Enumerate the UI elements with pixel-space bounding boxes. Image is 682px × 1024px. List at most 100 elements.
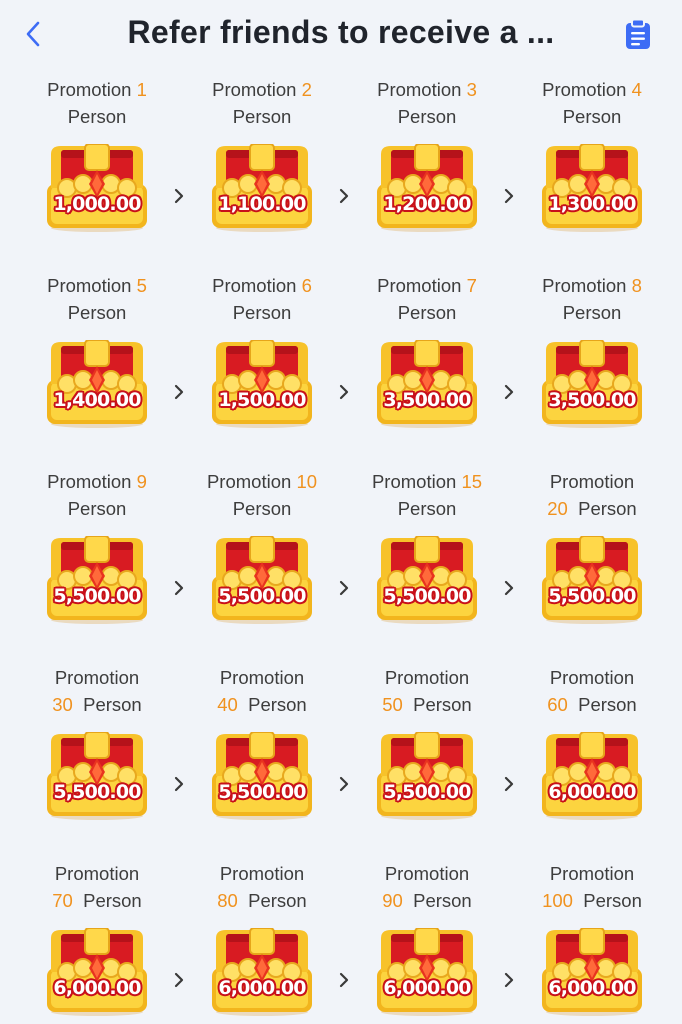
reward-amount: 5,500.00 [218, 585, 306, 607]
reward-tier-card[interactable]: Promotion 100 Person 6,000.00 [512, 852, 672, 1024]
treasure-chest-icon [542, 732, 642, 820]
tier-label: Promotion 4 Person [512, 76, 672, 130]
treasure-chest[interactable]: 3,500.00 [540, 340, 644, 428]
treasure-chest-icon [377, 340, 477, 428]
treasure-chest[interactable]: 6,000.00 [540, 928, 644, 1016]
reward-tier-card[interactable]: Promotion 80 Person 6,000.00 [182, 852, 342, 1024]
person-count: 40 [217, 694, 238, 715]
reward-amount: 1,500.00 [218, 389, 306, 411]
tier-label: Promotion 30 Person [17, 664, 177, 718]
tier-label: Promotion 9 Person [17, 468, 177, 522]
treasure-chest-icon [377, 928, 477, 1016]
treasure-chest[interactable]: 6,000.00 [210, 928, 314, 1016]
reward-tier-card[interactable]: Promotion 5 Person 1,400.00 [17, 264, 177, 460]
treasure-chest[interactable]: 1,200.00 [375, 144, 479, 232]
reward-amount: 3,500.00 [383, 389, 471, 411]
treasure-chest-icon [377, 144, 477, 232]
treasure-chest[interactable]: 6,000.00 [540, 732, 644, 820]
promotion-word: Promotion [542, 275, 627, 296]
treasure-chest[interactable]: 1,500.00 [210, 340, 314, 428]
reward-tier-card[interactable]: Promotion 90 Person 6,000.00 [347, 852, 507, 1024]
promotion-word: Promotion [206, 471, 292, 492]
treasure-chest[interactable]: 3,500.00 [375, 340, 479, 428]
reward-tier-card[interactable]: Promotion 6 Person 1,500.00 [182, 264, 342, 460]
unit-label: Person [67, 302, 127, 323]
treasure-chest-icon [212, 340, 312, 428]
treasure-chest-icon [47, 732, 147, 820]
reward-tier-card[interactable]: Promotion 15 Person 5,500.00 [347, 460, 507, 656]
treasure-chest[interactable]: 1,400.00 [45, 340, 149, 428]
promotion-word: Promotion [212, 79, 297, 100]
reward-tier-card[interactable]: Promotion 2 Person 1,100.00 [182, 68, 342, 264]
treasure-chest-icon [47, 536, 147, 624]
treasure-chest[interactable]: 6,000.00 [375, 928, 479, 1016]
person-count: 90 [382, 890, 403, 911]
treasure-chest-icon [47, 340, 147, 428]
person-count: 1 [136, 79, 147, 100]
promotion-word: Promotion [47, 79, 132, 100]
treasure-chest[interactable]: 5,500.00 [540, 536, 644, 624]
tier-label: Promotion 7 Person [347, 272, 507, 326]
promotion-word: Promotion [219, 863, 305, 884]
reward-tier-card[interactable]: Promotion 70 Person 6,000.00 [17, 852, 177, 1024]
reward-tier-card[interactable]: Promotion 7 Person 3,500.00 [347, 264, 507, 460]
treasure-chest-icon [212, 732, 312, 820]
tier-label: Promotion 10 Person [182, 468, 342, 522]
reward-tier-card[interactable]: Promotion 9 Person 5,500.00 [17, 460, 177, 656]
person-count: 70 [52, 890, 73, 911]
treasure-chest[interactable]: 5,500.00 [210, 732, 314, 820]
unit-label: Person [232, 106, 292, 127]
chevron-left-icon [26, 21, 40, 47]
reward-amount: 1,400.00 [53, 389, 141, 411]
unit-label: Person [397, 106, 457, 127]
tier-label: Promotion 70 Person [17, 860, 177, 914]
treasure-chest[interactable]: 5,500.00 [375, 536, 479, 624]
treasure-chest[interactable]: 5,500.00 [45, 536, 149, 624]
reward-tier-card[interactable]: Promotion 3 Person 1,200.00 [347, 68, 507, 264]
person-count: 50 [382, 694, 403, 715]
clipboard-button[interactable] [624, 18, 652, 50]
clipboard-icon [626, 18, 650, 49]
reward-tier-card[interactable]: Promotion 60 Person 6,000.00 [512, 656, 672, 852]
reward-tier-card[interactable]: Promotion 1 Person 1,000.00 [17, 68, 177, 264]
unit-label: Person [562, 302, 622, 323]
tier-row: Promotion 5 Person 1,400.00 Promotion 6 Pers… [0, 264, 682, 460]
reward-amount: 5,500.00 [548, 585, 636, 607]
back-button[interactable] [18, 16, 48, 52]
promotion-word: Promotion [219, 667, 305, 688]
tier-label: Promotion 5 Person [17, 272, 177, 326]
tier-label: Promotion 100 Person [512, 860, 672, 914]
promotion-word: Promotion [47, 471, 132, 492]
person-count: 6 [301, 275, 312, 296]
promotion-word: Promotion [384, 863, 470, 884]
promotion-word: Promotion [54, 863, 140, 884]
promotion-word: Promotion [542, 79, 627, 100]
person-count: 60 [547, 694, 568, 715]
reward-tier-card[interactable]: Promotion 4 Person 1,300.00 [512, 68, 672, 264]
reward-tier-card[interactable]: Promotion 10 Person 5,500.00 [182, 460, 342, 656]
page-title: Refer friends to receive a ... [127, 14, 555, 50]
reward-tier-card[interactable]: Promotion 20 Person 5,500.00 [512, 460, 672, 656]
reward-tier-card[interactable]: Promotion 8 Person 3,500.00 [512, 264, 672, 460]
reward-amount: 6,000.00 [218, 977, 306, 999]
reward-tier-card[interactable]: Promotion 40 Person 5,500.00 [182, 656, 342, 852]
unit-label: Person [397, 302, 457, 323]
tier-row: Promotion 70 Person 6,000.00 Promotion 80 Pe… [0, 852, 682, 1024]
treasure-chest[interactable]: 6,000.00 [45, 928, 149, 1016]
treasure-chest[interactable]: 1,000.00 [45, 144, 149, 232]
unit-label: Person [397, 498, 457, 519]
treasure-chest-icon [212, 144, 312, 232]
treasure-chest[interactable]: 1,100.00 [210, 144, 314, 232]
treasure-chest[interactable]: 5,500.00 [45, 732, 149, 820]
promotion-word: Promotion [54, 667, 140, 688]
tier-label: Promotion 8 Person [512, 272, 672, 326]
treasure-chest[interactable]: 5,500.00 [210, 536, 314, 624]
reward-tier-card[interactable]: Promotion 50 Person 5,500.00 [347, 656, 507, 852]
promotion-word: Promotion [549, 863, 635, 884]
person-count: 10 [296, 471, 318, 492]
reward-tier-card[interactable]: Promotion 30 Person 5,500.00 [17, 656, 177, 852]
treasure-chest[interactable]: 5,500.00 [375, 732, 479, 820]
tier-row: Promotion 30 Person 5,500.00 Promotion 40 Pe… [0, 656, 682, 852]
tier-row: Promotion 9 Person 5,500.00 Promotion 10 Per… [0, 460, 682, 656]
treasure-chest[interactable]: 1,300.00 [540, 144, 644, 232]
